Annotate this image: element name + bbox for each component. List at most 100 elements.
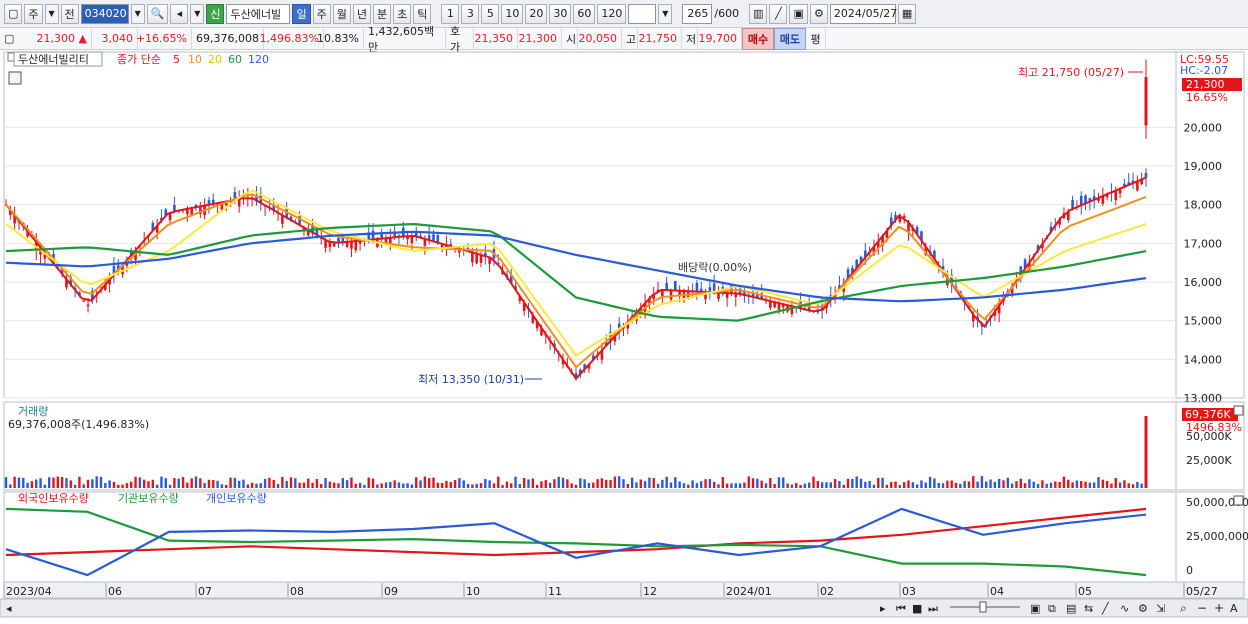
mode-select[interactable]: 주	[24, 3, 43, 24]
volume-bar	[535, 484, 539, 488]
gear-icon[interactable]: ⚙	[809, 3, 828, 24]
text-size-icon[interactable]: A	[1230, 602, 1238, 615]
low-label: 저	[682, 27, 698, 50]
scroll-right-icon[interactable]: ▸	[880, 602, 886, 615]
interval-3[interactable]: 3	[461, 3, 480, 24]
save-icon[interactable]: ▣	[789, 3, 808, 24]
price-axis-tick: 15,000	[1184, 315, 1223, 328]
settings-icon[interactable]: ⚙	[1138, 602, 1148, 615]
volume-bar	[1075, 480, 1079, 488]
volume-bar	[320, 484, 323, 488]
code-dropdown-icon[interactable]: ▼	[130, 3, 145, 24]
volume-bar	[764, 483, 768, 488]
compare-icon[interactable]: ⇆	[1084, 602, 1093, 615]
tab-month[interactable]: 월	[332, 3, 351, 24]
wave-icon[interactable]: ∿	[1120, 602, 1129, 615]
prev-button[interactable]: 전	[60, 3, 79, 24]
stop-icon[interactable]: ■	[912, 602, 922, 615]
interval-60[interactable]: 60	[573, 3, 596, 24]
chart-area: 13,000 14,000 15,000 16,000 17,000 18,000 19,0…	[0, 50, 1248, 621]
scroll-first-icon[interactable]: ⏮	[896, 602, 906, 615]
volume-bar	[1092, 482, 1096, 488]
interval-1[interactable]: 1	[441, 3, 460, 24]
date-input[interactable]: 2024/05/27	[829, 3, 897, 24]
tab-week[interactable]: 주	[312, 3, 331, 24]
chart-type-icon[interactable]: ▥	[749, 3, 768, 24]
chart-svg[interactable]: 13,00014,00015,00016,00017,00018,00019,0…	[0, 50, 1248, 621]
x-axis-label: 09	[384, 585, 398, 598]
calendar-icon[interactable]: ▦	[897, 3, 917, 24]
interval-120[interactable]: 120	[597, 3, 627, 24]
tab-minute[interactable]: 분	[372, 3, 392, 24]
speaker-icon[interactable]: ◂	[170, 3, 189, 24]
grid-toggle-icon[interactable]	[8, 71, 22, 85]
table-icon[interactable]: ▤	[1066, 602, 1076, 615]
speaker-dropdown-icon[interactable]: ▼	[190, 3, 205, 24]
interval-30[interactable]: 30	[549, 3, 572, 24]
volume-bar	[276, 484, 280, 488]
tab-year[interactable]: 년	[352, 3, 371, 24]
volume-bar	[255, 483, 258, 488]
volume-bar	[203, 483, 206, 488]
zoom-search-icon[interactable]: ⌕	[1180, 601, 1187, 615]
tab-second[interactable]: 초	[393, 3, 412, 24]
volume-bar	[199, 478, 202, 488]
export-icon[interactable]: ⇲	[1156, 602, 1165, 615]
volume-bar	[47, 477, 51, 488]
holding-panel-close-icon[interactable]	[1233, 495, 1244, 506]
volume-bar	[613, 476, 617, 488]
tab-tick[interactable]: 틱	[413, 3, 432, 24]
interval-5[interactable]: 5	[481, 3, 500, 24]
volume-bar	[341, 478, 345, 488]
interval-10[interactable]: 10	[501, 3, 524, 24]
tab-day[interactable]: 일	[292, 3, 311, 24]
candle-body	[475, 253, 478, 264]
candle-body	[695, 282, 699, 292]
stock-code-input[interactable]: 034020	[80, 3, 129, 24]
bid-price: 21,300	[518, 27, 562, 50]
scroll-last-icon[interactable]: ⏭	[928, 602, 938, 615]
draw-tool-icon[interactable]: ╱	[769, 3, 788, 24]
interval-20[interactable]: 20	[525, 3, 548, 24]
price-change: 3,040	[92, 27, 138, 50]
sell-button[interactable]: 매도	[774, 27, 806, 50]
buy-button[interactable]: 매수	[742, 27, 774, 50]
volume-bar	[281, 476, 284, 488]
volume-bar	[967, 481, 971, 488]
layout-icon[interactable]: ▣	[1030, 602, 1040, 615]
volume-bar	[665, 476, 668, 488]
volume-bar	[410, 484, 414, 488]
search-icon[interactable]: 🔍	[146, 3, 169, 24]
custom-interval-input[interactable]	[628, 3, 657, 24]
zoom-slider-handle[interactable]	[979, 601, 987, 613]
candle-body	[669, 290, 673, 300]
bar-count-input[interactable]: 265	[682, 3, 713, 24]
volume-bar	[799, 484, 802, 488]
volume-bar	[207, 479, 211, 488]
zoom-out-icon[interactable]: −	[1197, 601, 1207, 615]
volume-bar	[402, 483, 405, 488]
interval-dropdown-icon[interactable]: ▼	[658, 3, 673, 24]
zoom-in-icon[interactable]: +	[1214, 601, 1224, 615]
volume-bar	[1019, 478, 1022, 488]
mode-dropdown-icon[interactable]: ▼	[44, 3, 59, 24]
scrollbar[interactable]	[0, 598, 1248, 618]
price-axis-tick: 17,000	[1184, 237, 1223, 250]
ask-price: 21,350	[474, 27, 518, 50]
scroll-left-icon[interactable]: ◂	[6, 602, 12, 615]
copy-icon[interactable]: ⧉	[1048, 602, 1056, 615]
volume-bar	[475, 483, 478, 488]
panel-toggle-icon[interactable]: ▢	[0, 28, 14, 50]
volume-bar	[635, 482, 638, 488]
volume-bar	[1032, 481, 1035, 488]
volume-panel-close-icon[interactable]	[1233, 405, 1244, 416]
volume-bar	[877, 477, 880, 488]
window-icon[interactable]: ▢	[4, 3, 23, 24]
avg-button[interactable]: 평	[806, 27, 826, 50]
high-label: 고	[622, 27, 638, 50]
volume-bar	[250, 482, 254, 488]
x-axis-bar	[3, 581, 1245, 599]
ma-legend-10: 10	[188, 53, 202, 66]
x-axis-label: 12	[643, 585, 657, 598]
price-axis-tick: 16,000	[1184, 276, 1223, 289]
